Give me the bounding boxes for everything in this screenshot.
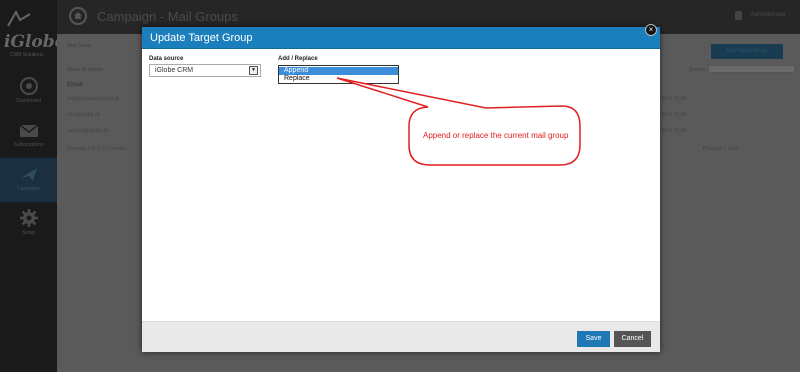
callout-text: Append or replace the current mail group [423,131,569,140]
callout-annotation [336,77,581,166]
callout-shape [336,77,581,166]
